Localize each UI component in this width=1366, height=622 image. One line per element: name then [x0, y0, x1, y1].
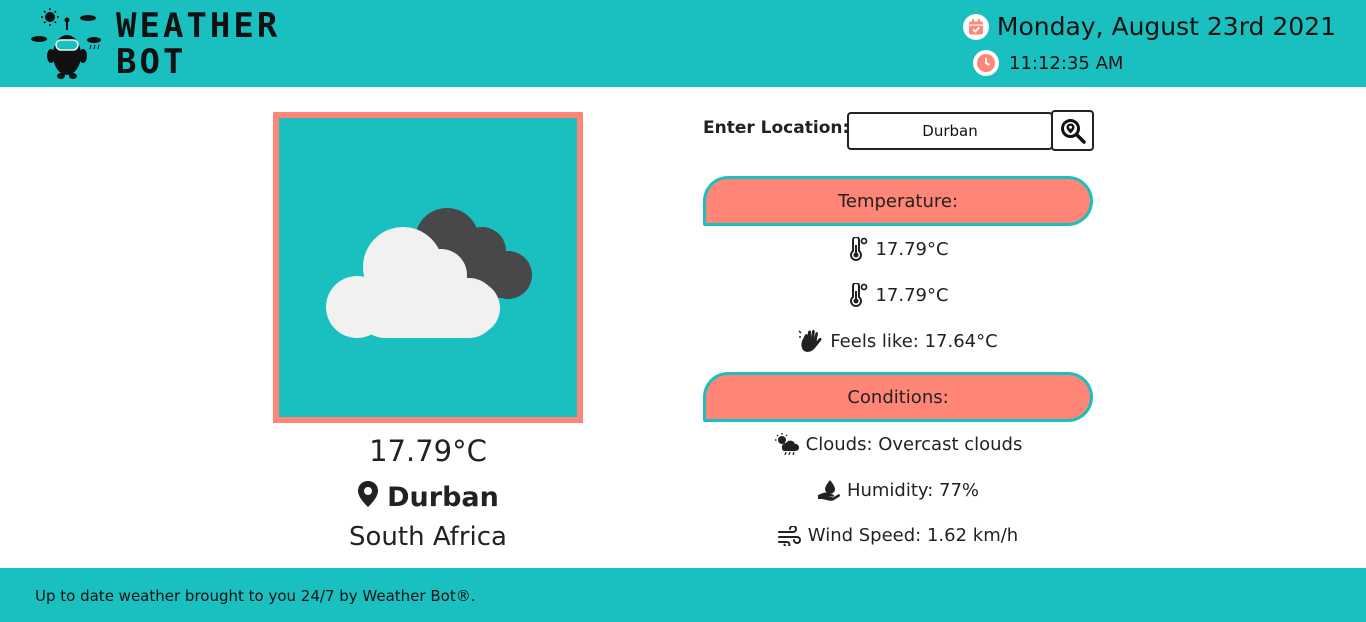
brand-logo-text: WEATHER BOT — [116, 8, 280, 80]
thermometer-icon — [850, 283, 868, 307]
main-temperature: 17.79°C — [369, 434, 487, 468]
country-name: South Africa — [349, 522, 507, 552]
location-label: Enter Location: — [703, 118, 850, 138]
calendar-icon — [962, 13, 989, 40]
search-location-icon — [1060, 118, 1086, 144]
current-date: Monday, August 23rd 2021 — [996, 12, 1336, 41]
clouds-item: Clouds: Overcast clouds — [703, 433, 1093, 455]
weather-condition-image — [273, 112, 583, 423]
brand-line-1: WEATHER — [116, 6, 281, 46]
cloud-sun-rain-icon — [774, 433, 799, 455]
footer-text: Up to date weather brought to you 24/7 b… — [35, 587, 476, 605]
hand-icon — [798, 330, 822, 352]
temperature-item: 17.79°C — [703, 237, 1093, 261]
search-button[interactable] — [1051, 110, 1094, 151]
temperature-value: 17.79°C — [875, 284, 949, 306]
thermometer-icon — [850, 237, 868, 261]
feels-like-item: Feels like: 17.64°C — [703, 329, 1093, 353]
robot-logo-icon — [31, 8, 101, 79]
humidity-item: Humidity: 77% — [703, 479, 1093, 501]
temperature-value: 17.79°C — [875, 238, 949, 260]
temperature-item: 17.79°C — [703, 283, 1093, 307]
map-pin-icon — [357, 480, 379, 515]
footer-bar: Up to date weather brought to you 24/7 b… — [0, 568, 1366, 622]
temperature-section-header: Temperature: — [703, 176, 1093, 226]
brand-line-2: BOT — [116, 42, 187, 82]
wind-speed-item: Wind Speed: 1.62 km/h — [703, 525, 1093, 546]
date-display: Monday, August 23rd 2021 — [962, 12, 1336, 41]
humidity-value: Humidity: 77% — [846, 479, 980, 501]
header-bar: WEATHER BOT Monday, August 23rd 2021 11:… — [0, 0, 1366, 87]
wind-speed-value: Wind Speed: 1.62 km/h — [807, 525, 1019, 546]
clouds-value: Clouds: Overcast clouds — [805, 433, 1023, 455]
hand-droplet-icon — [817, 480, 840, 501]
city-name: Durban — [387, 482, 499, 513]
clock-icon — [973, 50, 999, 76]
current-time: 11:12:35 AM — [1009, 52, 1124, 74]
feels-like-value: Feels like: 17.64°C — [830, 330, 998, 352]
city-location: Durban — [273, 480, 583, 515]
conditions-section-header: Conditions: — [703, 372, 1093, 422]
partly-cloudy-icon — [326, 208, 532, 338]
wind-icon — [777, 525, 801, 546]
location-search-input[interactable] — [847, 112, 1053, 150]
time-display: 11:12:35 AM — [973, 50, 1123, 76]
